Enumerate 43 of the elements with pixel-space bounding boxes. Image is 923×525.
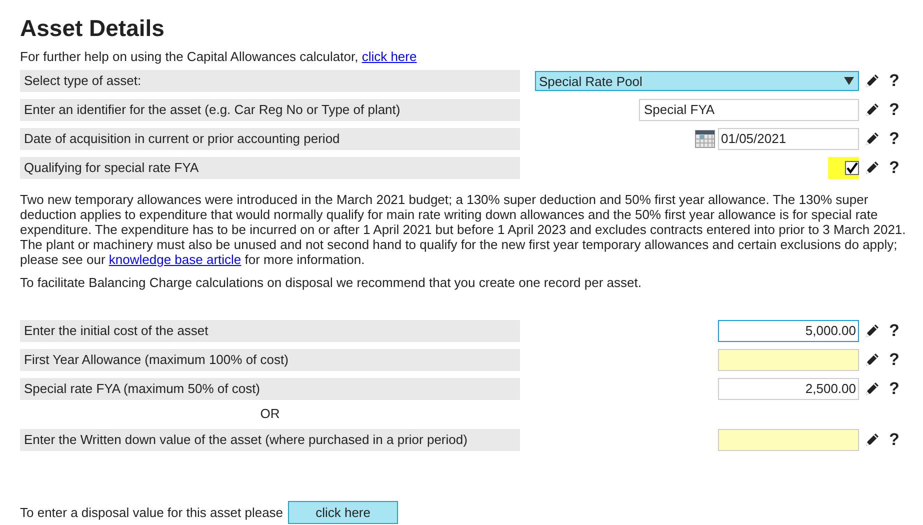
calendar-icon[interactable] (695, 130, 715, 148)
field-label: First Year Allowance (maximum 100% of cost) (20, 349, 520, 371)
asset-type-dropdown[interactable]: Special Rate Pool (535, 71, 859, 91)
date-field[interactable]: 01/05/2021 (718, 128, 859, 150)
amount-field[interactable]: 5,000.00 (718, 320, 859, 342)
field-label: Select type of asset: (20, 70, 520, 92)
help-icon[interactable]: ? (889, 158, 900, 178)
help-icon[interactable]: ? (889, 129, 900, 149)
pencil-icon[interactable] (863, 380, 881, 398)
help-icon[interactable]: ? (889, 321, 900, 341)
page-title: Asset Details (20, 14, 166, 42)
help-icon[interactable]: ? (889, 100, 900, 120)
field-label: Special rate FYA (maximum 50% of cost) (20, 378, 520, 400)
field-label: Qualifying for special rate FYA (20, 157, 520, 179)
recommendation-text: To facilitate Balancing Charge calculations on disposal we recommend that you create one record per asset. (20, 275, 642, 290)
field-label: Enter an identifier for the asset (e.g. Car Reg No or Type of plant) (20, 99, 520, 121)
checkbox[interactable] (845, 161, 859, 175)
knowledge-base-link[interactable]: knowledge base article (108, 252, 242, 267)
pencil-icon[interactable] (863, 72, 881, 90)
help-icon[interactable]: ? (889, 71, 900, 91)
field-label: Enter the initial cost of the asset (20, 320, 520, 342)
pencil-icon[interactable] (863, 130, 881, 148)
amount-field[interactable]: 2,500.00 (718, 378, 859, 400)
help-icon[interactable]: ? (889, 379, 900, 399)
pencil-icon[interactable] (863, 351, 881, 369)
pencil-icon[interactable] (863, 159, 881, 177)
pencil-icon[interactable] (863, 431, 881, 449)
identifier-field[interactable]: Special FYA (639, 99, 859, 121)
field-label: Date of acquisition in current or prior accounting period (20, 128, 520, 150)
amount-field[interactable] (718, 349, 859, 371)
disposal-text: To enter a disposal value for this asset please (20, 505, 284, 520)
pencil-icon[interactable] (863, 101, 881, 119)
or-separator: OR (259, 406, 281, 421)
help-text: For further help on using the Capital Allowances calculator, click here (20, 49, 418, 65)
amount-field[interactable] (718, 429, 859, 451)
help-link[interactable]: click here (362, 49, 417, 64)
help-icon[interactable]: ? (889, 350, 900, 370)
dropdown-arrow-icon[interactable] (843, 76, 855, 86)
field-label: Enter the Written down value of the asset (where purchased in a prior period) (20, 429, 520, 451)
help-icon[interactable]: ? (889, 430, 900, 450)
info-paragraph: Two new temporary allowances were introduced in the March 2021 budget; a 130% super deduction and 50% first year allowance. The 130% super deduction applies to expenditure that would normally qualify for main rate writing down allowances and the 50% first year allowance is for special rate expenditure. The expenditure has to be incurred on or after 1 April 2021 but before 1 April 2023 and excludes contracts entered into prior to 3 March 2021. The plant or machinery must also be unused and not second hand to qualify for the new first year temporary allowances and certain exclusions do apply; please see our knowledge base article for more information. (20, 192, 907, 267)
pencil-icon[interactable] (863, 322, 881, 340)
disposal-button[interactable]: click here (288, 501, 398, 524)
